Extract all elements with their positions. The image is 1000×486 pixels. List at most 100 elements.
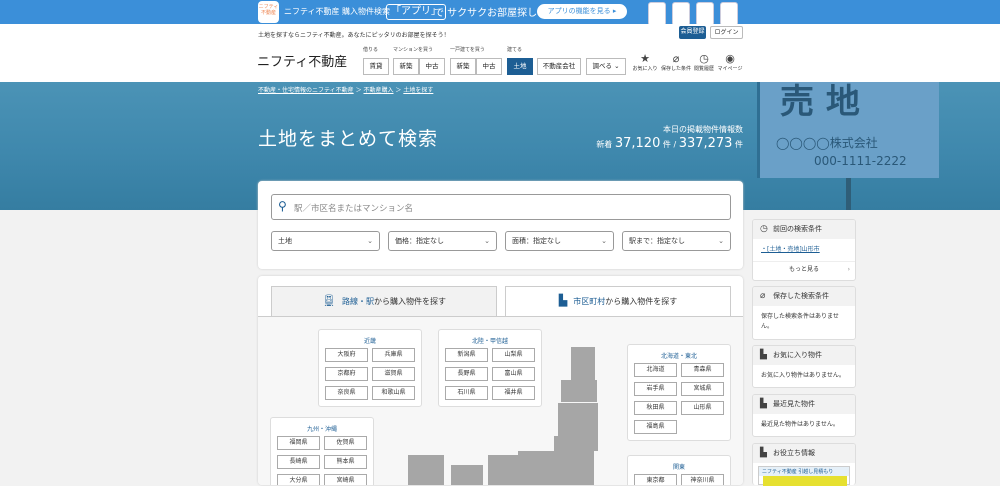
mypage-label: マイページ [717, 66, 743, 72]
favorites-link[interactable]: ★ お気に入り [630, 52, 660, 72]
pref-yamanashi[interactable]: 山梨県 [492, 348, 535, 362]
pref-iwate[interactable]: 岩手県 [634, 382, 677, 396]
pref-osaka[interactable]: 大阪府 [325, 348, 368, 362]
price-select-value: 価格：指定なし [395, 237, 444, 245]
map-shape [451, 465, 483, 485]
station-distance-value: 駅まで：指定なし [629, 237, 685, 245]
login-button[interactable]: ログイン [710, 26, 743, 39]
sign-pole [846, 178, 851, 210]
station-distance-select[interactable]: 駅まで：指定なし ⌄ [622, 231, 731, 251]
banner-text: ニフティ不動産 購入物件検索 [284, 7, 391, 16]
pref-saga[interactable]: 佐賀県 [324, 436, 367, 450]
area-select[interactable]: 面積：指定なし ⌄ [505, 231, 614, 251]
pref-miyazaki[interactable]: 宮崎県 [324, 474, 367, 485]
pref-nara[interactable]: 奈良県 [325, 386, 368, 400]
breadcrumb-land[interactable]: 土地を探す [403, 87, 433, 94]
region-title: 九州・沖縄 [306, 426, 337, 433]
chevron-down-icon: ⌄ [484, 237, 490, 245]
tab-city-strong: 市区町村 [573, 297, 606, 306]
pref-nagasaki[interactable]: 長崎県 [277, 455, 320, 469]
saved-conditions-link[interactable]: ⌀ 保存した条件 [661, 52, 691, 72]
moving-estimate-ad[interactable]: ニフティ不動産 引越し見積もり [758, 466, 850, 486]
nav-house-new[interactable]: 新築 [450, 58, 476, 75]
pref-niigata[interactable]: 新潟県 [445, 348, 488, 362]
building-icon: ▙ [558, 294, 568, 307]
new-unit: 件 [662, 140, 671, 149]
sign-text: 売 地 [780, 82, 860, 122]
pref-miyagi[interactable]: 宮城県 [681, 382, 724, 396]
saved-conditions-title: 保存した検索条件 [773, 292, 829, 300]
pref-fukui[interactable]: 福井県 [492, 386, 535, 400]
pref-nagano[interactable]: 長野県 [445, 367, 488, 381]
building-icon: ▙ [760, 350, 767, 360]
history-icon: ◷ [760, 224, 768, 234]
recent-header: ▙ 最近見た物件 [753, 395, 855, 414]
search-input[interactable]: ⚲ 駅／市区名またはマンション名 [271, 194, 731, 220]
tab-city-rest: から購入物件を探す [605, 297, 678, 306]
pref-aomori[interactable]: 青森県 [681, 363, 724, 377]
nav-caption-house: 一戸建てを買う [450, 47, 485, 53]
sign-tel: 000-1111-2222 [814, 154, 907, 168]
region-hokuriku: 北陸・甲信越 新潟県 山梨県 長野県 富山県 石川県 福井県 [438, 329, 542, 407]
train-icon: 🚆︎ [322, 294, 336, 307]
area-select-value: 面積：指定なし [512, 237, 561, 245]
mypage-link[interactable]: ◉ マイページ [715, 52, 745, 72]
tab-city[interactable]: ▙ 市区町村から購入物件を探す [505, 286, 731, 316]
app-features-button[interactable]: アプリの機能を見る ▸ [537, 4, 627, 19]
useful-title: お役立ち情報 [773, 449, 815, 457]
map-shape [554, 436, 594, 485]
sign-company: ◯◯◯◯株式会社 [776, 136, 878, 150]
ad-text: ニフティ不動産 引越し見積もり [759, 467, 849, 476]
nav-house-used[interactable]: 中古 [476, 58, 502, 75]
pref-tokyo[interactable]: 東京都 [634, 474, 677, 485]
listing-count-caption: 本日の掲載物件情報数 [663, 125, 743, 134]
pref-kanagawa[interactable]: 神奈川県 [681, 474, 724, 485]
app-banner[interactable]: ニフティ不動産 ニフティ不動産 購入物件検索 「アプリ」 で サクサクお部屋探し… [0, 0, 1000, 26]
pref-ishikawa[interactable]: 石川県 [445, 386, 488, 400]
search-icon: ⚲ [278, 199, 287, 213]
pref-oita[interactable]: 大分県 [277, 474, 320, 485]
map-shape [488, 455, 518, 485]
last-search-panel: ◷ 前回の検索条件 ・[土地・売地]山形市 もっと見る › [752, 219, 856, 281]
price-select[interactable]: 価格：指定なし ⌄ [388, 231, 497, 251]
last-search-body: ・[土地・売地]山形市 [753, 239, 855, 261]
nav-mansion-new[interactable]: 新築 [393, 58, 419, 75]
pref-toyama[interactable]: 富山県 [492, 367, 535, 381]
region-kinki: 近畿 大阪府 兵庫県 京都府 滋賀県 奈良県 和歌山県 [318, 329, 422, 407]
site-logo[interactable]: ニフティ不動産 [257, 51, 347, 70]
listing-counts: 新着 37,120 件 / 337,273 件 [596, 136, 743, 151]
nav-agency[interactable]: 不動産会社 [537, 58, 581, 75]
banner-text-2: で サクサクお部屋探し [434, 8, 538, 19]
nav-rent[interactable]: 賃貸 [363, 58, 389, 75]
nav-land[interactable]: 土地 [507, 58, 533, 75]
breadcrumb-home[interactable]: 不動産・住宅情報のニフティ不動産 [258, 87, 354, 94]
breadcrumb-purchase[interactable]: 不動産購入 [363, 87, 393, 94]
pref-akita[interactable]: 秋田県 [634, 401, 677, 415]
nav-mansion-used[interactable]: 中古 [419, 58, 445, 75]
pref-kumamoto[interactable]: 熊本県 [324, 455, 367, 469]
map-shape [561, 380, 597, 402]
chevron-down-icon: ⌄ [601, 237, 607, 245]
pref-hyogo[interactable]: 兵庫県 [372, 348, 415, 362]
recent-title: 最近見た物件 [773, 400, 815, 408]
last-search-link[interactable]: ・[土地・売地]山形市 [761, 246, 820, 253]
pref-wakayama[interactable]: 和歌山県 [372, 386, 415, 400]
user-icon: ◉ [725, 52, 735, 65]
pref-yamagata[interactable]: 山形県 [681, 401, 724, 415]
favorite-properties-panel: ▙ お気に入り物件 お気に入り物件はありません。 [752, 345, 856, 388]
tab-line-station[interactable]: 🚆︎ 路線・駅から購入物件を探す [271, 286, 497, 316]
type-select[interactable]: 土地 ⌄ [271, 231, 380, 251]
pref-fukuoka[interactable]: 福岡県 [277, 436, 320, 450]
register-button[interactable]: 会員登録 [679, 26, 706, 39]
region-title: 関東 [672, 464, 685, 471]
tagline: 土地を探すならニフティ不動産。あなたにピッタリのお部屋を探そう！ [258, 32, 450, 39]
pref-shiga[interactable]: 滋賀県 [372, 367, 415, 381]
favorites-header: ▙ お気に入り物件 [753, 346, 855, 365]
favorites-title: お気に入り物件 [773, 351, 822, 359]
pref-hokkaido[interactable]: 北海道 [634, 363, 677, 377]
chevron-right-icon: › [847, 266, 850, 273]
pref-fukushima[interactable]: 福島県 [634, 420, 677, 434]
pref-kyoto[interactable]: 京都府 [325, 367, 368, 381]
show-more-link[interactable]: もっと見る › [753, 261, 855, 276]
nav-lookup[interactable]: 調べる ⌄ [586, 58, 626, 75]
